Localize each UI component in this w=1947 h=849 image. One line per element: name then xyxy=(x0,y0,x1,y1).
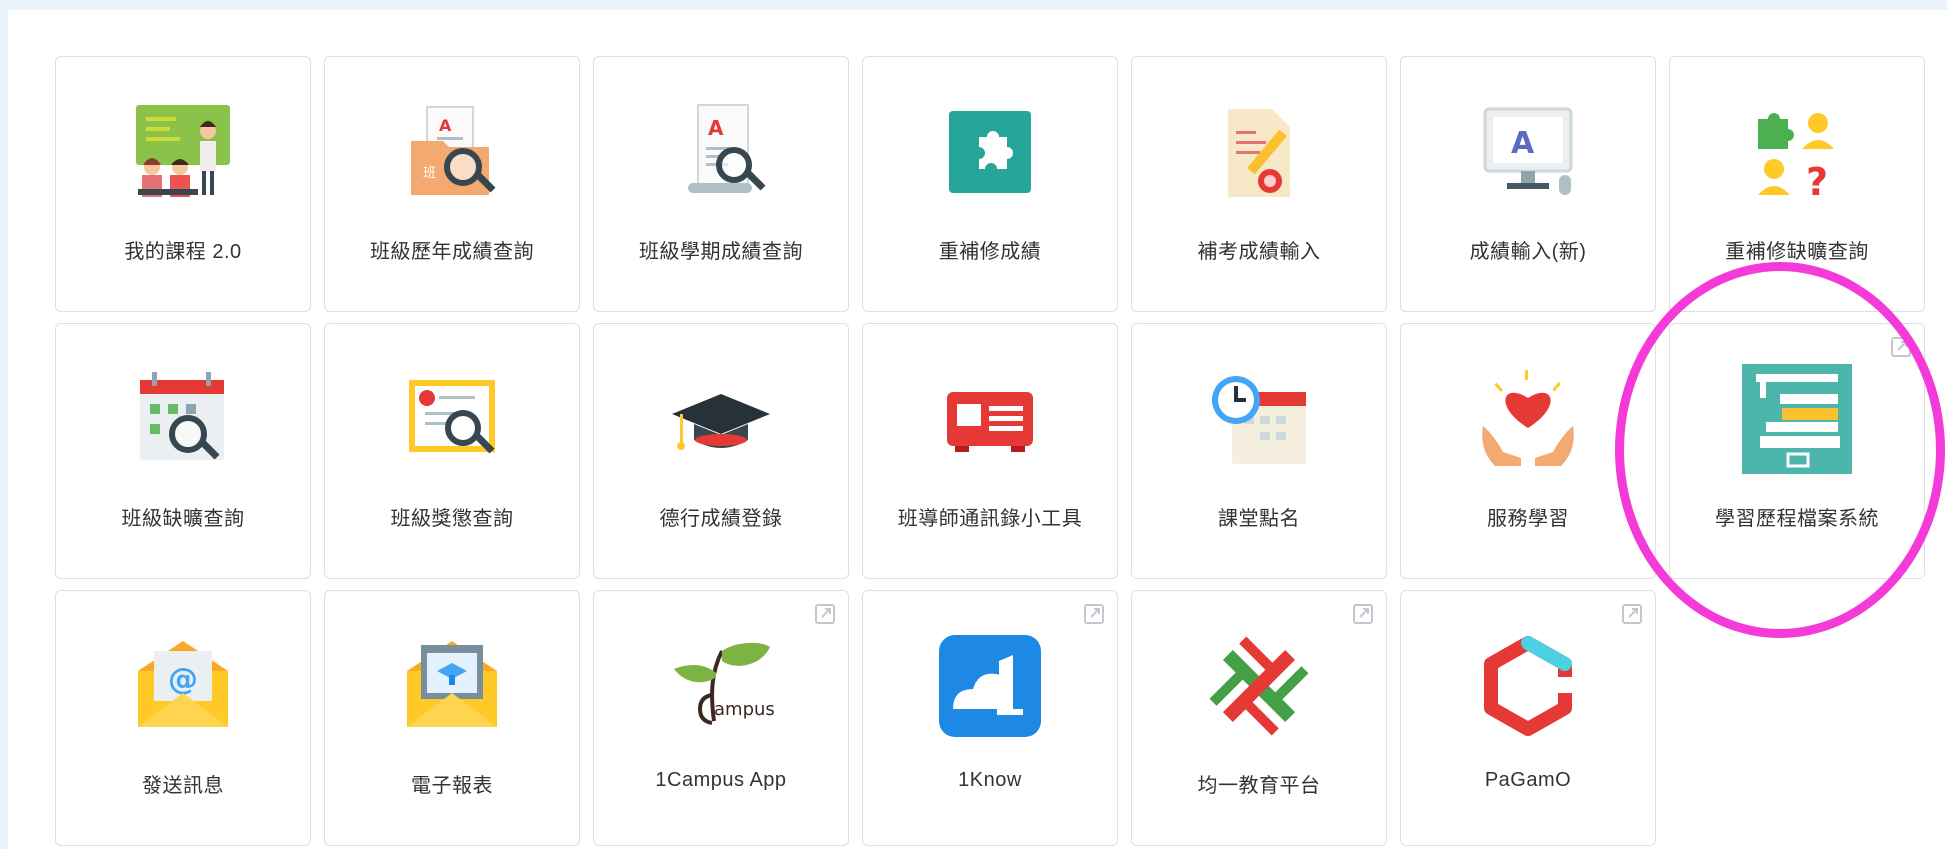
app-label: 德行成績登錄 xyxy=(659,508,783,530)
external-link-icon xyxy=(1890,336,1912,358)
app-tile-1campus-logo[interactable]: ampus 1Campus App xyxy=(593,590,849,846)
app-label: 補考成績輸入 xyxy=(1197,241,1321,263)
calendar-search-icon xyxy=(128,364,238,474)
app-label: 課堂點名 xyxy=(1218,508,1300,530)
app-tile-pagamo-logo[interactable]: PaGamO xyxy=(1400,590,1656,846)
app-tile-certificate-search[interactable]: 班級獎懲查詢 xyxy=(324,323,580,579)
pagamo-logo-icon xyxy=(1473,631,1583,741)
junyi-logo-icon xyxy=(1204,631,1314,741)
grade-monitor-icon: A xyxy=(1473,97,1583,207)
classroom-teacher-icon xyxy=(128,97,238,207)
puzzle-icon xyxy=(935,97,1045,207)
app-label: 我的課程 2.0 xyxy=(124,241,242,263)
app-tile-hands-heart[interactable]: 服務學習 xyxy=(1400,323,1656,579)
svg-text:班: 班 xyxy=(423,166,436,181)
email-at-icon: @ xyxy=(128,631,238,741)
app-tile-junyi-logo[interactable]: 均一教育平台 xyxy=(1131,590,1387,846)
svg-text:@: @ xyxy=(168,662,198,697)
app-label: 電子報表 xyxy=(411,775,493,797)
external-link-icon xyxy=(1352,603,1374,625)
external-link-icon xyxy=(1083,603,1105,625)
email-report-icon xyxy=(397,631,507,741)
app-tile-graduation-cap[interactable]: 德行成績登錄 xyxy=(593,323,849,579)
svg-text:A: A xyxy=(708,116,724,140)
app-tile-1know-logo[interactable]: 1Know xyxy=(862,590,1118,846)
app-label: 學習歷程檔案系統 xyxy=(1715,508,1879,530)
external-link-icon xyxy=(814,603,836,625)
app-tile-classroom-teacher[interactable]: 我的課程 2.0 xyxy=(55,56,311,312)
app-label: 1Know xyxy=(958,769,1022,791)
app-label: 服務學習 xyxy=(1487,508,1569,530)
certificate-search-icon xyxy=(397,364,507,474)
books-cabinet-icon xyxy=(1742,364,1852,474)
app-tile-contact-card[interactable]: 班導師通訊錄小工具 xyxy=(862,323,1118,579)
app-label: 班導師通訊錄小工具 xyxy=(897,508,1083,530)
app-label: 發送訊息 xyxy=(142,775,224,797)
app-label: 重補修成績 xyxy=(938,241,1042,263)
svg-text:?: ? xyxy=(1806,160,1828,204)
app-tile-document-pencil[interactable]: 補考成績輸入 xyxy=(1131,56,1387,312)
app-tile-puzzle[interactable]: 重補修成績 xyxy=(862,56,1118,312)
1campus-logo-icon: ampus xyxy=(666,631,776,741)
app-tile-puzzle-people-question[interactable]: ? 重補修缺曠查詢 xyxy=(1669,56,1925,312)
puzzle-people-question-icon: ? xyxy=(1742,97,1852,207)
app-label: 成績輸入(新) xyxy=(1469,241,1587,263)
graduation-cap-icon xyxy=(666,364,776,474)
app-tile-email-at[interactable]: @ 發送訊息 xyxy=(55,590,311,846)
app-tile-calendar-search[interactable]: 班級缺曠查詢 xyxy=(55,323,311,579)
document-pencil-icon xyxy=(1204,97,1314,207)
app-tile-email-report[interactable]: 電子報表 xyxy=(324,590,580,846)
hands-heart-icon xyxy=(1473,364,1583,474)
app-label: 班級歷年成績查詢 xyxy=(370,241,534,263)
external-link-icon xyxy=(1621,603,1643,625)
app-label: 班級學期成績查詢 xyxy=(639,241,803,263)
svg-text:A: A xyxy=(1511,126,1535,161)
app-label: 重補修缺曠查詢 xyxy=(1725,241,1869,263)
app-label: 均一教育平台 xyxy=(1197,775,1321,797)
app-label: 班級獎懲查詢 xyxy=(390,508,514,530)
contact-card-icon xyxy=(935,364,1045,474)
app-grid: 我的課程 2.0 A 班 班級歷年成績查詢 A 班級學期成績查詢 重補修成績 補… xyxy=(55,56,1925,846)
svg-text:A: A xyxy=(439,116,452,135)
app-tile-grade-scroll-search[interactable]: A 班級學期成績查詢 xyxy=(593,56,849,312)
app-label: 班級缺曠查詢 xyxy=(121,508,245,530)
app-label: PaGamO xyxy=(1484,769,1572,791)
grade-folder-search-icon: A 班 xyxy=(397,97,507,207)
app-label: 1Campus App xyxy=(655,769,787,791)
svg-text:ampus: ampus xyxy=(714,699,775,720)
app-tile-grade-folder-search[interactable]: A 班 班級歷年成績查詢 xyxy=(324,56,580,312)
app-tile-grade-monitor[interactable]: A 成績輸入(新) xyxy=(1400,56,1656,312)
app-tile-books-cabinet[interactable]: 學習歷程檔案系統 xyxy=(1669,323,1925,579)
clock-calendar-icon xyxy=(1204,364,1314,474)
grade-scroll-search-icon: A xyxy=(666,97,776,207)
1know-logo-icon xyxy=(935,631,1045,741)
app-tile-clock-calendar[interactable]: 課堂點名 xyxy=(1131,323,1387,579)
